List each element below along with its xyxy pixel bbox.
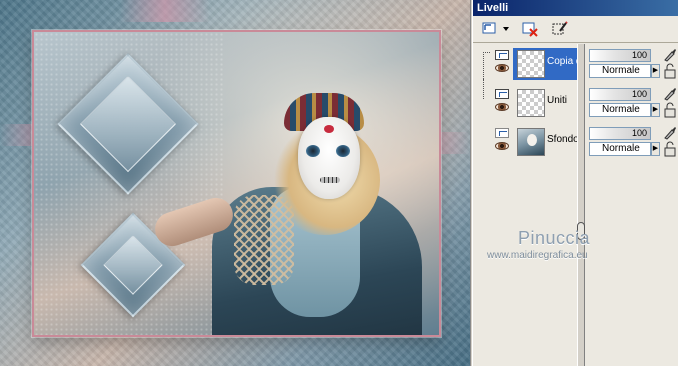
image-canvas[interactable] — [0, 0, 471, 366]
layer-thumbnail — [517, 50, 545, 78]
delete-layer-button[interactable] — [519, 19, 541, 39]
new-layer-dropdown[interactable] — [501, 19, 511, 39]
edit-mode-brush-icon[interactable] — [663, 87, 677, 101]
panel-splitter[interactable] — [577, 44, 585, 366]
blend-mode-arrow-icon[interactable]: ▶ — [651, 103, 660, 117]
layer-props-uniti: 100 Normale ▶ — [585, 85, 678, 121]
edit-mode-brush-icon[interactable] — [663, 48, 677, 62]
layer-thumbnail — [517, 128, 545, 156]
large-diamond-inner — [79, 75, 177, 173]
right-eye — [336, 145, 350, 157]
layer-name: Copia di Uniti — [547, 56, 577, 67]
watermark-author: Pinuccia — [518, 228, 591, 248]
new-raster-layer-icon — [482, 22, 496, 34]
opacity-slider[interactable]: 100 — [589, 127, 651, 140]
layer-properties: 100 Normale ▶ 100 Normale ▶ 100 Normale … — [585, 44, 678, 366]
forehead-rose — [324, 125, 334, 133]
blend-mode-select[interactable]: Normale — [589, 142, 651, 156]
left-eye — [306, 145, 320, 157]
blend-mode-select[interactable]: Normale — [589, 64, 651, 78]
lock-transparency-icon[interactable] — [663, 141, 677, 157]
layer-row-sfondo[interactable]: Sfondo — [481, 124, 577, 160]
layer-name: Sfondo — [547, 134, 577, 145]
delete-layer-icon — [522, 22, 538, 37]
edit-mode-brush-icon[interactable] — [663, 126, 677, 140]
layer-row-uniti[interactable]: Uniti — [481, 79, 577, 121]
blend-mode-arrow-icon[interactable]: ▶ — [651, 142, 660, 156]
layer-type-raster-icon[interactable] — [495, 50, 509, 60]
framed-artwork — [32, 30, 441, 337]
visibility-eye-icon[interactable] — [495, 103, 509, 111]
opacity-slider[interactable]: 100 — [589, 88, 651, 101]
sugar-skull-face — [298, 117, 360, 199]
panel-title: Livelli — [473, 0, 678, 16]
blend-mode-arrow-icon[interactable]: ▶ — [651, 64, 660, 78]
watermark-url: www.maidiregrafica.eu — [487, 250, 588, 261]
blend-mode-select[interactable]: Normale — [589, 103, 651, 117]
visibility-eye-icon[interactable] — [495, 142, 509, 150]
edit-selection-button[interactable] — [549, 19, 571, 39]
visibility-eye-icon[interactable] — [495, 64, 509, 72]
layer-type-raster-icon[interactable] — [495, 128, 509, 138]
edit-selection-icon — [552, 21, 568, 35]
layer-type-raster-icon[interactable] — [495, 89, 509, 99]
layer-props-copia-di-uniti: 100 Normale ▶ — [585, 46, 678, 82]
layer-name: Uniti — [547, 95, 568, 106]
lock-transparency-icon[interactable] — [663, 63, 677, 79]
catrina-figure — [150, 87, 422, 335]
layer-row-copia-di-uniti[interactable]: Copia di Uniti — [481, 46, 577, 82]
dropdown-arrow-icon — [503, 27, 509, 31]
small-diamond-inner — [103, 235, 163, 295]
opacity-slider[interactable]: 100 — [589, 49, 651, 62]
group-connector — [483, 52, 490, 81]
new-layer-button[interactable] — [479, 19, 501, 39]
group-connector — [483, 79, 490, 99]
layers-list: Copia di Uniti Uniti Sfondo — [481, 44, 577, 366]
layers-panel: Livelli Copia Uniti Sfondo 100 Normale ▶… — [472, 0, 678, 366]
layer-props-sfondo: 100 Normale ▶ — [585, 124, 678, 160]
layer-thumbnail — [517, 89, 545, 117]
stitched-mouth — [320, 177, 340, 183]
pink-band-top — [120, 0, 210, 22]
layers-toolbar — [473, 16, 678, 43]
lock-transparency-icon[interactable] — [663, 102, 677, 118]
